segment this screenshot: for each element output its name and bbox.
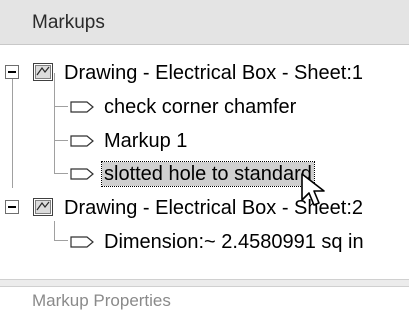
tree-node-sheet-1[interactable]: Drawing - Electrical Box - Sheet:1 bbox=[0, 56, 409, 90]
markup-tag-icon bbox=[70, 101, 94, 113]
markup-tag-icon bbox=[70, 236, 94, 248]
drawing-sheet-icon bbox=[33, 63, 53, 81]
tree-node-markup[interactable]: Dimension:~ 2.4580991 sq in bbox=[0, 225, 409, 259]
panel-title: Markups bbox=[32, 12, 105, 33]
collapse-minus-icon[interactable] bbox=[5, 65, 19, 79]
markups-panel: Markups Drawing - Electrical Box - Sheet… bbox=[0, 0, 409, 317]
tree-node-label: Drawing - Electrical Box - Sheet:1 bbox=[64, 62, 364, 84]
tree-node-sheet-2[interactable]: Drawing - Electrical Box - Sheet:2 bbox=[0, 191, 409, 225]
drawing-sheet-icon bbox=[33, 198, 53, 216]
tree-node-markup-selected[interactable]: slotted hole to standard bbox=[0, 157, 409, 191]
tree-node-label: Markup 1 bbox=[104, 130, 188, 152]
tree-node-label: Dimension:~ 2.4580991 sq in bbox=[104, 231, 364, 253]
panel-splitter[interactable] bbox=[0, 279, 409, 287]
mouse-pointer-icon bbox=[301, 173, 325, 206]
markup-tag-icon bbox=[70, 135, 94, 147]
tree-node-label: slotted hole to standard bbox=[101, 161, 315, 187]
collapse-minus-icon[interactable] bbox=[5, 200, 19, 214]
panel-header: Markups bbox=[0, 0, 409, 45]
markup-tree: Drawing - Electrical Box - Sheet:1 check… bbox=[0, 48, 409, 278]
properties-section-title: Markup Properties bbox=[32, 291, 171, 310]
markup-tag-icon bbox=[70, 168, 94, 180]
tree-node-markup[interactable]: check corner chamfer bbox=[0, 90, 409, 124]
tree-node-markup[interactable]: Markup 1 bbox=[0, 124, 409, 158]
tree-node-label: check corner chamfer bbox=[104, 96, 297, 118]
